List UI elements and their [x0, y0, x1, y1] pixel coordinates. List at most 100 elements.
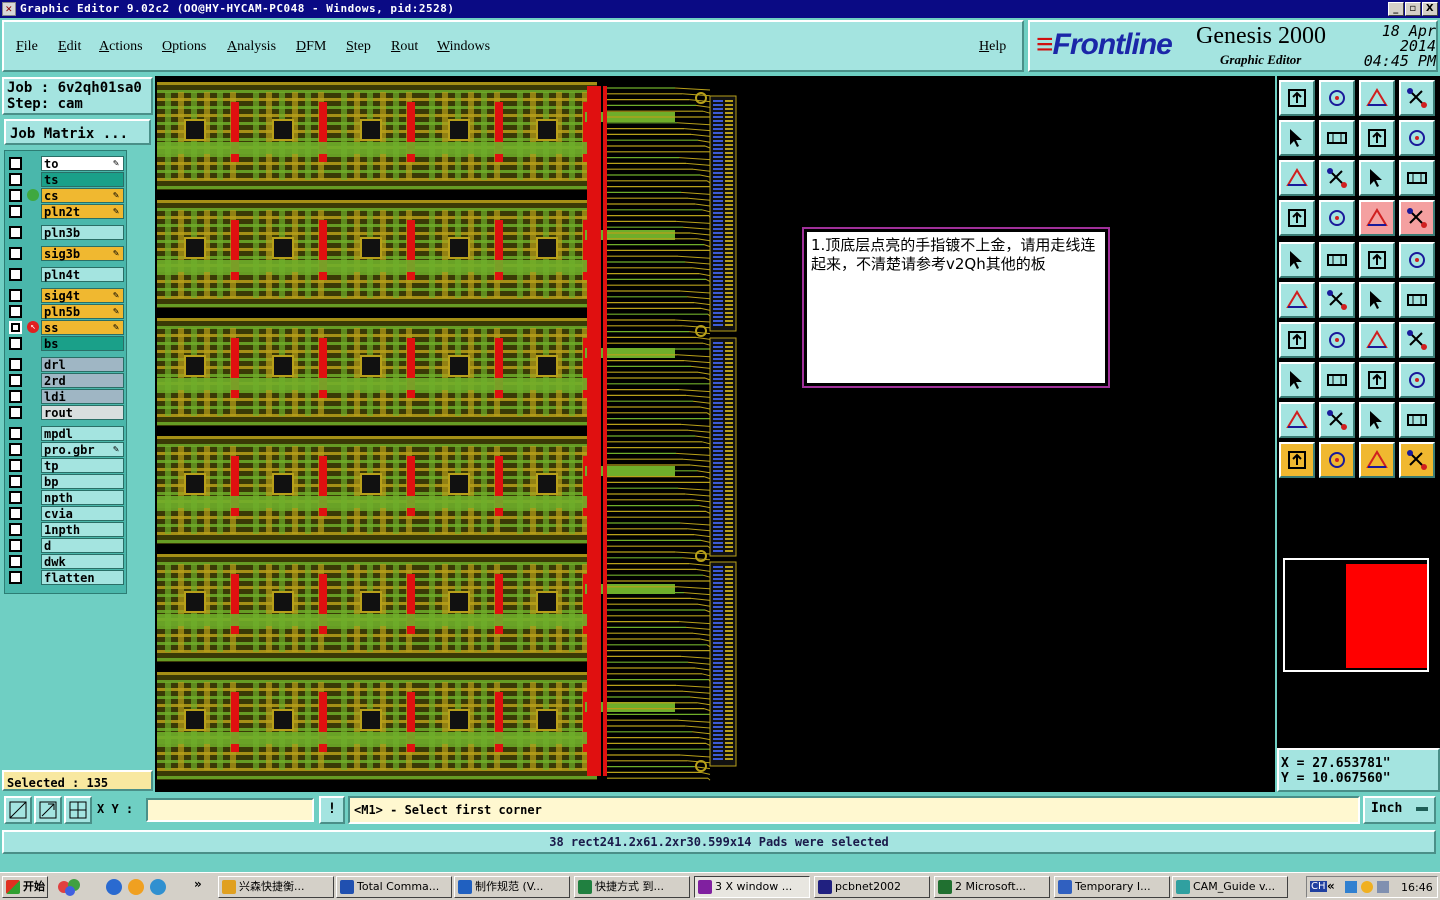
triangle-button[interactable] [1319, 402, 1355, 438]
layer-display-checkbox[interactable] [9, 523, 22, 536]
grid-button[interactable] [1319, 200, 1355, 236]
layer-name[interactable]: mpdl [41, 426, 124, 441]
layer-name[interactable]: sig3b ✎ [41, 246, 124, 261]
home-button[interactable] [1359, 80, 1395, 116]
select-box-button[interactable] [1319, 242, 1355, 278]
redraw-button[interactable] [1359, 120, 1395, 156]
layer-display-checkbox[interactable] [9, 358, 22, 371]
alert-button[interactable]: ! [319, 796, 345, 824]
layer-name[interactable]: to ✎ [41, 156, 124, 171]
layer-name[interactable]: drl [41, 357, 124, 372]
layer-display-checkbox[interactable] [9, 289, 22, 302]
layer-name[interactable]: 2rd [41, 373, 124, 388]
layer-display-checkbox[interactable] [9, 539, 22, 552]
note-textbox[interactable]: 1.顶底层点亮的手指镀不上金，请用走线连起来，不清楚请参考v2Qh其他的板 [804, 229, 1108, 386]
layer-name[interactable]: npth [41, 490, 124, 505]
layer-display-checkbox[interactable] [9, 443, 22, 456]
net-button[interactable] [1279, 282, 1315, 318]
taskbar-item[interactable]: Total Comma... [336, 876, 452, 898]
tray-network-icon[interactable] [1345, 881, 1357, 893]
move-button[interactable] [1399, 282, 1435, 318]
cut-button[interactable] [1319, 362, 1355, 398]
layer-name[interactable]: sig4t ✎ [41, 288, 124, 303]
snap-button[interactable] [1359, 200, 1395, 236]
graphic-canvas[interactable] [155, 76, 1275, 792]
measure-button[interactable] [1359, 242, 1395, 278]
connect-button[interactable] [1359, 282, 1395, 318]
taskbar-item[interactable]: 快捷方式 到... [574, 876, 690, 898]
pan-left-button[interactable] [1279, 120, 1315, 156]
layer-name[interactable]: pln3b [41, 225, 124, 240]
quicklaunch-app-icon[interactable] [56, 877, 86, 897]
taskbar-item[interactable]: 兴森快捷衡... [218, 876, 334, 898]
layer-row-bs[interactable]: bs [5, 336, 128, 351]
menu-rout[interactable]: Rout [391, 39, 418, 55]
layer-row-sig3b[interactable]: sig3b ✎ [5, 246, 128, 261]
shape-button[interactable] [1279, 362, 1315, 398]
layer-display-checkbox[interactable] [9, 459, 22, 472]
layer-row-flatten[interactable]: flatten [5, 570, 128, 585]
layer-name[interactable]: cs ✎ [41, 188, 124, 203]
layer-name[interactable]: 1npth [41, 522, 124, 537]
pad-button[interactable] [1399, 242, 1435, 278]
layer-name[interactable]: pln4t [41, 267, 124, 282]
layer-display-checkbox[interactable] [9, 374, 22, 387]
job-matrix-button[interactable]: Job Matrix ... [4, 119, 151, 145]
overview-map[interactable] [1283, 558, 1429, 672]
units-selector[interactable]: Inch [1363, 796, 1436, 824]
layer-row-pln2t[interactable]: pln2t ✎ [5, 204, 128, 219]
surface-button[interactable] [1359, 402, 1395, 438]
taskbar-item[interactable]: 3 X window ... [694, 876, 810, 898]
tray-app-icon[interactable] [1361, 881, 1373, 893]
layer-display-checkbox[interactable] [9, 173, 22, 186]
layer-name[interactable]: rout [41, 405, 124, 420]
select-button[interactable] [1319, 442, 1355, 478]
layer-row-mpdl[interactable]: mpdl [5, 426, 128, 441]
display-button[interactable] [1279, 242, 1315, 278]
start-button[interactable]: 开始 [2, 876, 48, 898]
layer-name[interactable]: bp [41, 474, 124, 489]
line-button[interactable] [1319, 322, 1355, 358]
taskbar-item[interactable]: Temporary I... [1054, 876, 1170, 898]
layer-name[interactable]: d [41, 538, 124, 553]
overlay-button[interactable] [1399, 120, 1435, 156]
close-button[interactable]: X [1422, 2, 1438, 16]
taskbar-item[interactable]: CAM_Guide v... [1172, 876, 1288, 898]
layer-row-cvia[interactable]: cvia [5, 506, 128, 521]
layer-row-to[interactable]: to ✎ [5, 156, 128, 171]
layer-row-pln3b[interactable]: pln3b [5, 225, 128, 240]
tray-collapse-icon[interactable]: « [1327, 879, 1335, 893]
layer-display-checkbox[interactable] [9, 247, 22, 260]
menu-file[interactable]: File [16, 39, 38, 55]
layer-display-checkbox[interactable] [9, 475, 22, 488]
arc-button[interactable] [1359, 322, 1395, 358]
layer-display-checkbox[interactable] [9, 321, 22, 334]
step-button[interactable] [1359, 362, 1395, 398]
input-language[interactable]: CH [1310, 881, 1327, 892]
layer-row-pro-gbr[interactable]: pro.gbr ✎ [5, 442, 128, 457]
layer-name[interactable]: tp [41, 458, 124, 473]
layer-row-cs[interactable]: cs ✎ [5, 188, 128, 203]
layer-row-tp[interactable]: tp [5, 458, 128, 473]
layer-row-dwk[interactable]: dwk [5, 554, 128, 569]
layer-name[interactable]: pro.gbr ✎ [41, 442, 124, 457]
menu-windows[interactable]: Windows [437, 39, 490, 55]
layer-name[interactable]: ss ✎ [41, 320, 124, 335]
intersect-button[interactable] [1319, 282, 1355, 318]
layer-row-1npth[interactable]: 1npth [5, 522, 128, 537]
open-step-button[interactable] [1279, 80, 1315, 116]
taskbar-item[interactable]: 2 Microsoft... [934, 876, 1050, 898]
angle-button[interactable] [1279, 322, 1315, 358]
zoom-home-button[interactable] [4, 796, 32, 824]
menu-options[interactable]: Options [162, 39, 206, 55]
layer-name[interactable]: ts [41, 172, 124, 187]
layer-display-checkbox[interactable] [9, 337, 22, 350]
settings-button[interactable] [1279, 200, 1315, 236]
layer-display-checkbox[interactable] [9, 157, 22, 170]
layer-row-pln4t[interactable]: pln4t [5, 267, 128, 282]
minimize-button[interactable]: _ [1388, 2, 1404, 16]
polygon-button[interactable] [1279, 402, 1315, 438]
layer-display-checkbox[interactable] [9, 507, 22, 520]
layer-row-2rd[interactable]: 2rd [5, 373, 128, 388]
layer-row-npth[interactable]: npth [5, 490, 128, 505]
